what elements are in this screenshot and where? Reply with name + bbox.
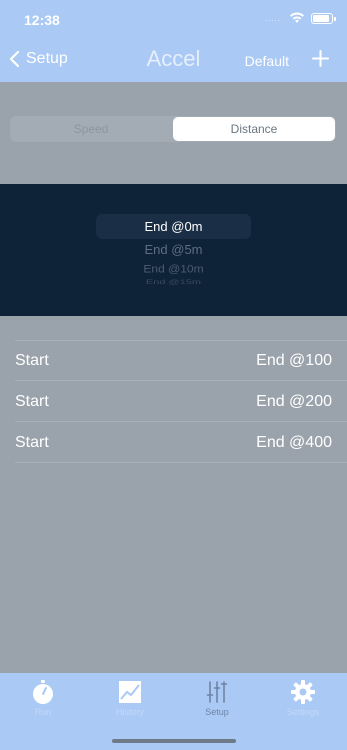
list-item[interactable]: Start End @100 xyxy=(0,340,347,381)
wifi-icon xyxy=(290,12,304,23)
status-icons: ..... xyxy=(264,12,336,24)
tab-label: Settings xyxy=(286,707,320,717)
picker-option[interactable]: End @10m xyxy=(0,263,347,276)
list-item[interactable]: Start End @200 xyxy=(0,381,347,422)
segment-area: Speed Distance xyxy=(0,82,347,184)
tab-history[interactable]: History xyxy=(100,679,160,717)
end-distance-picker[interactable]: End @0m End @5m End @10m End @15m xyxy=(0,184,347,316)
sliders-icon xyxy=(206,681,228,703)
row-start-label: Start xyxy=(15,433,49,451)
picker-option[interactable]: End @15m xyxy=(0,278,347,285)
home-indicator xyxy=(112,739,236,743)
signal-dots: ..... xyxy=(264,13,281,23)
row-start-label: Start xyxy=(15,392,49,410)
navigation-bar: Setup Accel Default xyxy=(0,42,347,82)
tab-settings[interactable]: Settings xyxy=(273,679,333,717)
default-button[interactable]: Default xyxy=(245,53,289,69)
segment-distance[interactable]: Distance xyxy=(173,117,335,141)
status-bar: 12:38 ..... xyxy=(0,0,347,42)
picker-option[interactable]: End @5m xyxy=(0,242,347,257)
run-list: Start End @100 Start End @200 Start End … xyxy=(0,340,347,463)
tab-setup[interactable]: Setup xyxy=(187,679,247,717)
row-end-label: End @100 xyxy=(256,351,332,369)
page-title: Accel xyxy=(146,46,201,71)
row-end-label: End @200 xyxy=(256,392,332,410)
battery-icon xyxy=(311,12,336,24)
tab-label: Run xyxy=(34,707,52,717)
mode-segmented-control: Speed Distance xyxy=(10,116,336,142)
row-start-label: Start xyxy=(15,351,49,369)
picker-option[interactable]: End @0m xyxy=(0,219,347,234)
tab-label: Setup xyxy=(205,707,229,717)
list-item[interactable]: Start End @400 xyxy=(0,422,347,463)
segment-speed[interactable]: Speed xyxy=(10,116,172,142)
stopwatch-icon xyxy=(33,680,53,704)
tab-run[interactable]: Run xyxy=(13,679,73,717)
chart-icon xyxy=(119,681,141,703)
status-time: 12:38 xyxy=(24,12,60,28)
tab-label: History xyxy=(115,707,144,717)
add-icon[interactable] xyxy=(312,50,329,67)
gear-icon xyxy=(291,680,315,704)
row-end-label: End @400 xyxy=(256,433,332,451)
